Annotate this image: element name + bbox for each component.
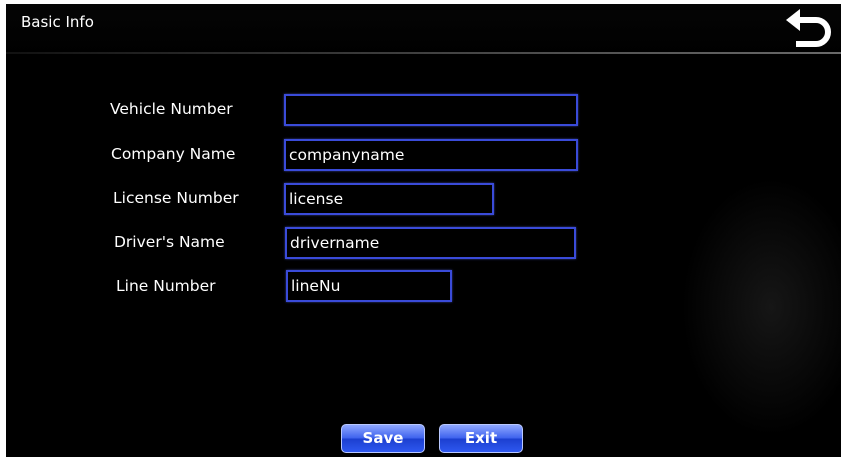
title-bar: Basic Info xyxy=(6,4,841,54)
page-title: Basic Info xyxy=(21,13,94,31)
exit-button[interactable]: Exit xyxy=(439,424,523,453)
basic-info-screen: Basic Info Vehicle Number Company Name L… xyxy=(6,4,841,457)
line-number-input[interactable] xyxy=(286,270,452,302)
back-button[interactable] xyxy=(784,8,836,50)
return-arrow-icon xyxy=(786,9,831,47)
vehicle-number-label: Vehicle Number xyxy=(110,100,233,118)
background-glow xyxy=(681,177,841,437)
drivers-name-input[interactable] xyxy=(285,227,576,259)
drivers-name-label: Driver's Name xyxy=(114,233,225,251)
license-number-label: License Number xyxy=(113,189,239,207)
license-number-input[interactable] xyxy=(284,183,494,215)
save-button[interactable]: Save xyxy=(341,424,425,453)
line-number-label: Line Number xyxy=(116,277,216,295)
company-name-label: Company Name xyxy=(111,145,236,163)
vehicle-number-input[interactable] xyxy=(284,94,578,126)
company-name-input[interactable] xyxy=(284,139,578,171)
